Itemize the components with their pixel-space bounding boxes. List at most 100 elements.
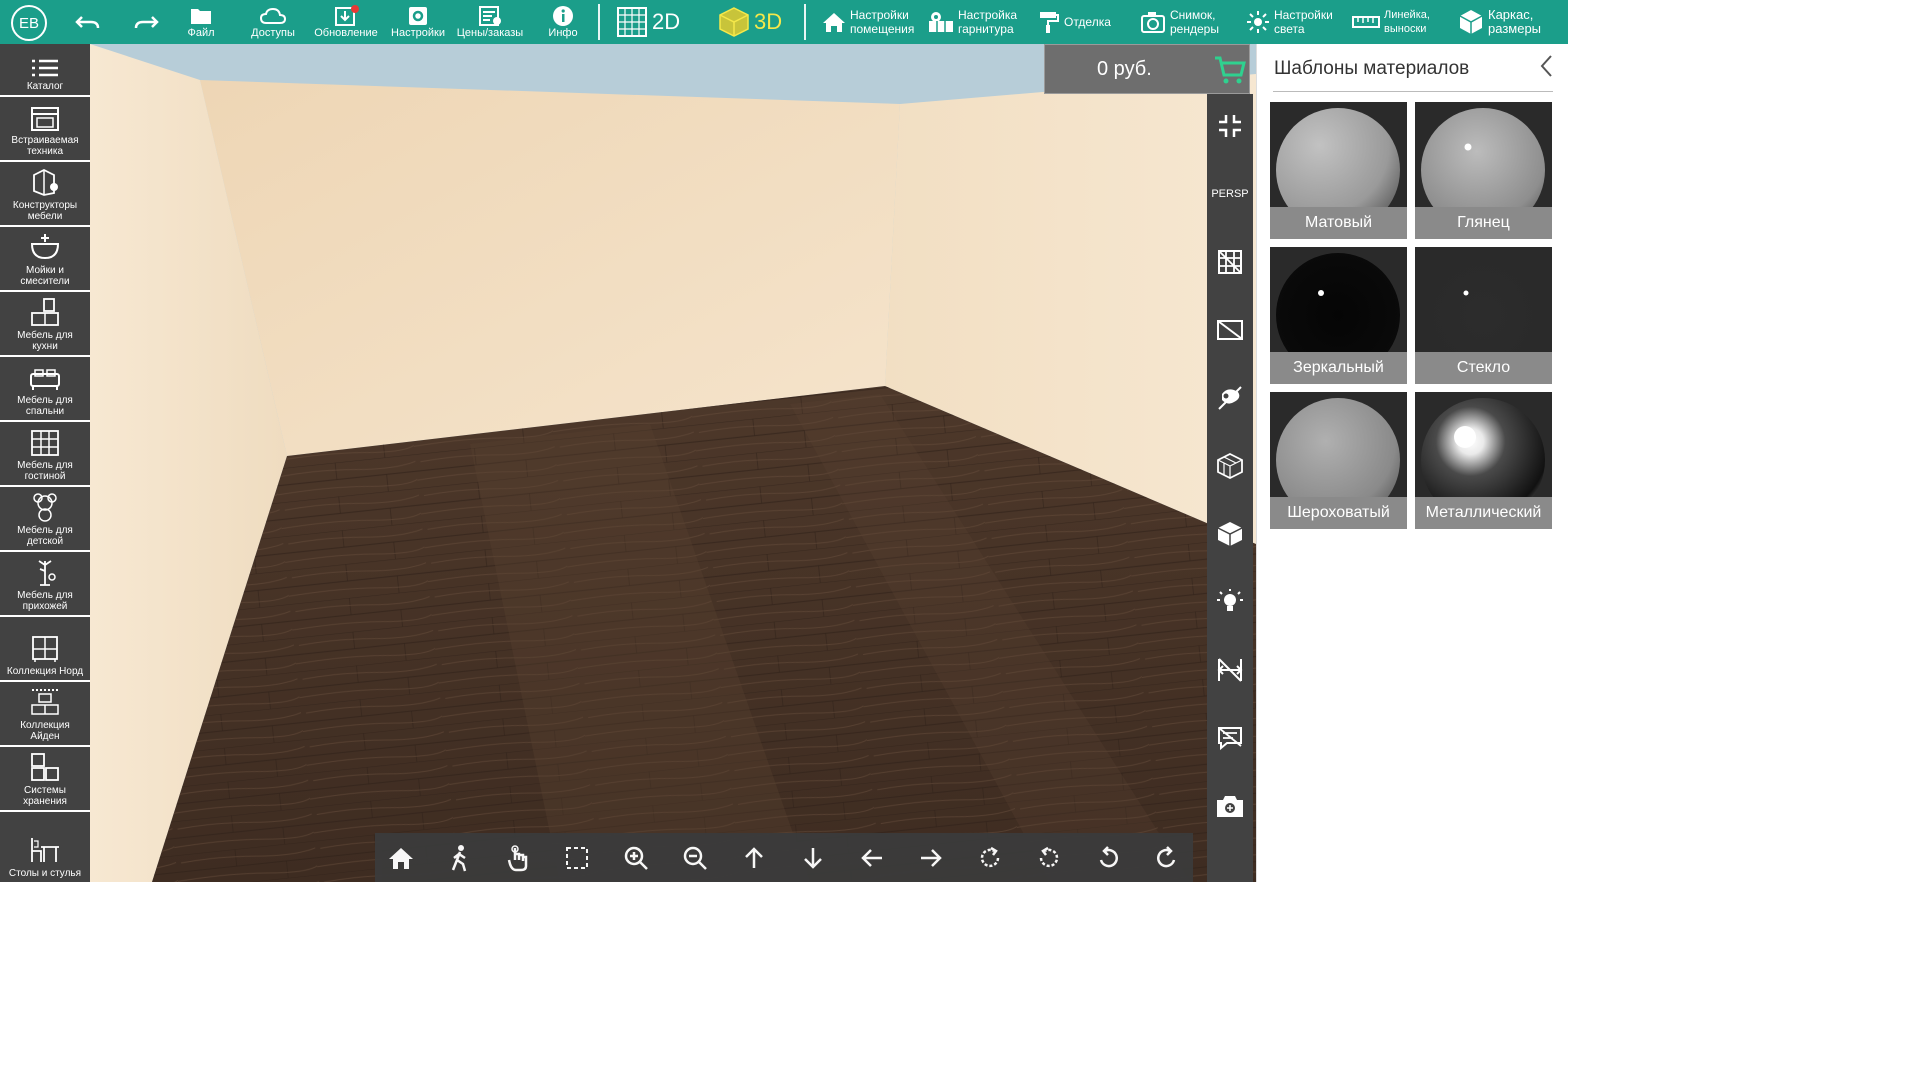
arrow-down-icon xyxy=(804,847,822,869)
hide-decor-button[interactable] xyxy=(1207,374,1253,422)
info-button[interactable]: Инфо xyxy=(540,0,586,44)
move-down-button[interactable] xyxy=(791,833,835,882)
sidebar-item-label: гостиной xyxy=(24,471,66,482)
move-right-button[interactable] xyxy=(909,833,953,882)
access-button[interactable]: Доступы xyxy=(246,0,300,44)
home-view-button[interactable] xyxy=(379,833,423,882)
zoom-out-button[interactable] xyxy=(673,833,717,882)
select-area-button[interactable] xyxy=(555,833,599,882)
storage-boxes-icon xyxy=(31,753,59,781)
cart-icon xyxy=(1215,56,1246,84)
price-list-icon xyxy=(479,6,501,26)
hide-ceiling-button[interactable] xyxy=(1207,306,1253,354)
file-button[interactable]: Файл xyxy=(178,0,224,44)
lighting-button[interactable] xyxy=(1207,578,1253,626)
room-settings-button[interactable]: Настройки помещения xyxy=(822,0,914,44)
sidebar-item-hallway-furniture[interactable]: Мебель для прихожей xyxy=(0,554,90,617)
material-label: Металлический xyxy=(1415,497,1552,529)
material-rough[interactable]: Шероховатый xyxy=(1270,392,1407,529)
frame-label-2: размеры xyxy=(1488,21,1542,36)
collapse-arrows-icon xyxy=(1219,115,1241,137)
frame-button[interactable]: Каркас, размеры xyxy=(1458,0,1541,44)
sidebar-item-label: Системы xyxy=(24,785,66,796)
ruler-button[interactable]: Линейка, выноски xyxy=(1352,0,1430,44)
user-avatar[interactable]: ЕВ xyxy=(11,5,47,41)
price-total[interactable]: 0 руб. xyxy=(1044,44,1250,94)
hide-walls-button[interactable] xyxy=(1207,238,1253,286)
sidebar-item-kitchen-furniture[interactable]: Мебель для кухни xyxy=(0,294,90,357)
camera-navigation-bar xyxy=(375,833,1193,882)
folder-icon xyxy=(191,9,211,24)
panel-divider xyxy=(1273,91,1553,92)
sidebar-item-tables-chairs[interactable]: Столы и стулья xyxy=(0,814,90,882)
comment-off-icon xyxy=(1218,727,1242,751)
modular-furniture-icon xyxy=(31,689,59,715)
walking-person-icon xyxy=(451,844,467,871)
set-settings-button[interactable]: Настройка гарнитура xyxy=(928,0,1017,44)
sidebar-item-aiden-collection[interactable]: Коллекция Айден xyxy=(0,684,90,747)
sidebar-item-built-in-appliances[interactable]: Встраиваемая техника xyxy=(0,99,90,162)
hide-dimensions-button[interactable] xyxy=(1207,646,1253,694)
collapse-view-button[interactable] xyxy=(1207,102,1253,150)
material-gloss[interactable]: Глянец xyxy=(1415,102,1552,239)
material-mirror[interactable]: Зеркальный xyxy=(1270,247,1407,384)
view-2d-button[interactable]: 2D xyxy=(616,0,680,44)
3d-viewport[interactable] xyxy=(90,44,1256,882)
view-tools-column: PERSP xyxy=(1207,94,1253,882)
set-settings-label-1: Настройка xyxy=(958,8,1018,22)
undo-button[interactable] xyxy=(70,0,106,44)
snapshot-button[interactable]: Снимок, рендеры xyxy=(1140,0,1219,44)
tilt-right-button[interactable] xyxy=(1145,833,1189,882)
sidebar-item-label: детской xyxy=(26,536,64,547)
snapshot-label-1: Снимок, xyxy=(1170,8,1216,22)
orbit-right-button[interactable] xyxy=(968,833,1012,882)
move-up-button[interactable] xyxy=(732,833,776,882)
sidebar-item-kids-furniture[interactable]: Мебель для детской xyxy=(0,489,90,552)
home-icon xyxy=(823,13,845,32)
view-3d-label: 3D xyxy=(754,9,783,34)
sidebar-item-furniture-constructors[interactable]: Конструкторы мебели xyxy=(0,164,90,227)
solid-view-button[interactable] xyxy=(1207,510,1253,558)
grid-off-icon xyxy=(1218,250,1242,274)
redo-button[interactable] xyxy=(128,0,164,44)
material-glass[interactable]: Стекло xyxy=(1415,247,1552,384)
prices-button[interactable]: Цены/заказы xyxy=(451,0,529,44)
coat-rack-icon xyxy=(38,560,56,586)
sidebar-item-nord-collection[interactable]: Коллекция Норд xyxy=(0,619,90,682)
screenshot-button[interactable] xyxy=(1207,782,1253,830)
tilt-left-button[interactable] xyxy=(1086,833,1130,882)
panel-title: Шаблоны материалов xyxy=(1274,58,1470,79)
sidebar-item-bedroom-furniture[interactable]: Мебель для спальни xyxy=(0,359,90,422)
move-left-button[interactable] xyxy=(850,833,894,882)
sidebar-item-living-room-furniture[interactable]: Мебель для гостиной xyxy=(0,424,90,487)
pan-mode-button[interactable] xyxy=(496,833,540,882)
wire-cube-icon xyxy=(1217,452,1243,480)
update-button[interactable]: Обновление xyxy=(312,0,380,44)
walk-mode-button[interactable] xyxy=(438,833,482,882)
settings-button[interactable]: Настройки xyxy=(389,0,447,44)
sidebar-item-storage-systems[interactable]: Системы хранения xyxy=(0,749,90,812)
perspective-toggle[interactable]: PERSP xyxy=(1207,170,1253,218)
sidebar-item-label: кухни xyxy=(32,341,58,352)
view-3d-button[interactable]: 3D xyxy=(718,0,782,44)
sidebar-item-sinks[interactable]: Мойки и смесители xyxy=(0,229,90,292)
ruler-icon xyxy=(1352,16,1380,28)
orbit-left-button[interactable] xyxy=(1027,833,1071,882)
solid-cube-icon xyxy=(1217,522,1243,546)
zoom-in-button[interactable] xyxy=(614,833,658,882)
material-label: Глянец xyxy=(1415,207,1552,239)
sidebar-item-label: Мебель для xyxy=(17,525,73,536)
sidebar-item-catalog[interactable]: Каталог xyxy=(0,44,90,97)
wireframe-button[interactable] xyxy=(1207,442,1253,490)
sidebar-item-label: прихожей xyxy=(22,601,68,612)
chevron-left-icon[interactable] xyxy=(1537,52,1557,82)
material-matte[interactable]: Матовый xyxy=(1270,102,1407,239)
kitchen-cabinet-icon xyxy=(31,298,59,326)
material-metallic[interactable]: Металлический xyxy=(1415,392,1552,529)
arrow-up-icon xyxy=(745,846,763,868)
finish-button[interactable]: Отделка xyxy=(1038,0,1111,44)
light-settings-button[interactable]: Настройки света xyxy=(1246,0,1333,44)
oven-icon xyxy=(31,107,59,131)
zoom-out-icon xyxy=(683,846,707,870)
hide-labels-button[interactable] xyxy=(1207,714,1253,762)
